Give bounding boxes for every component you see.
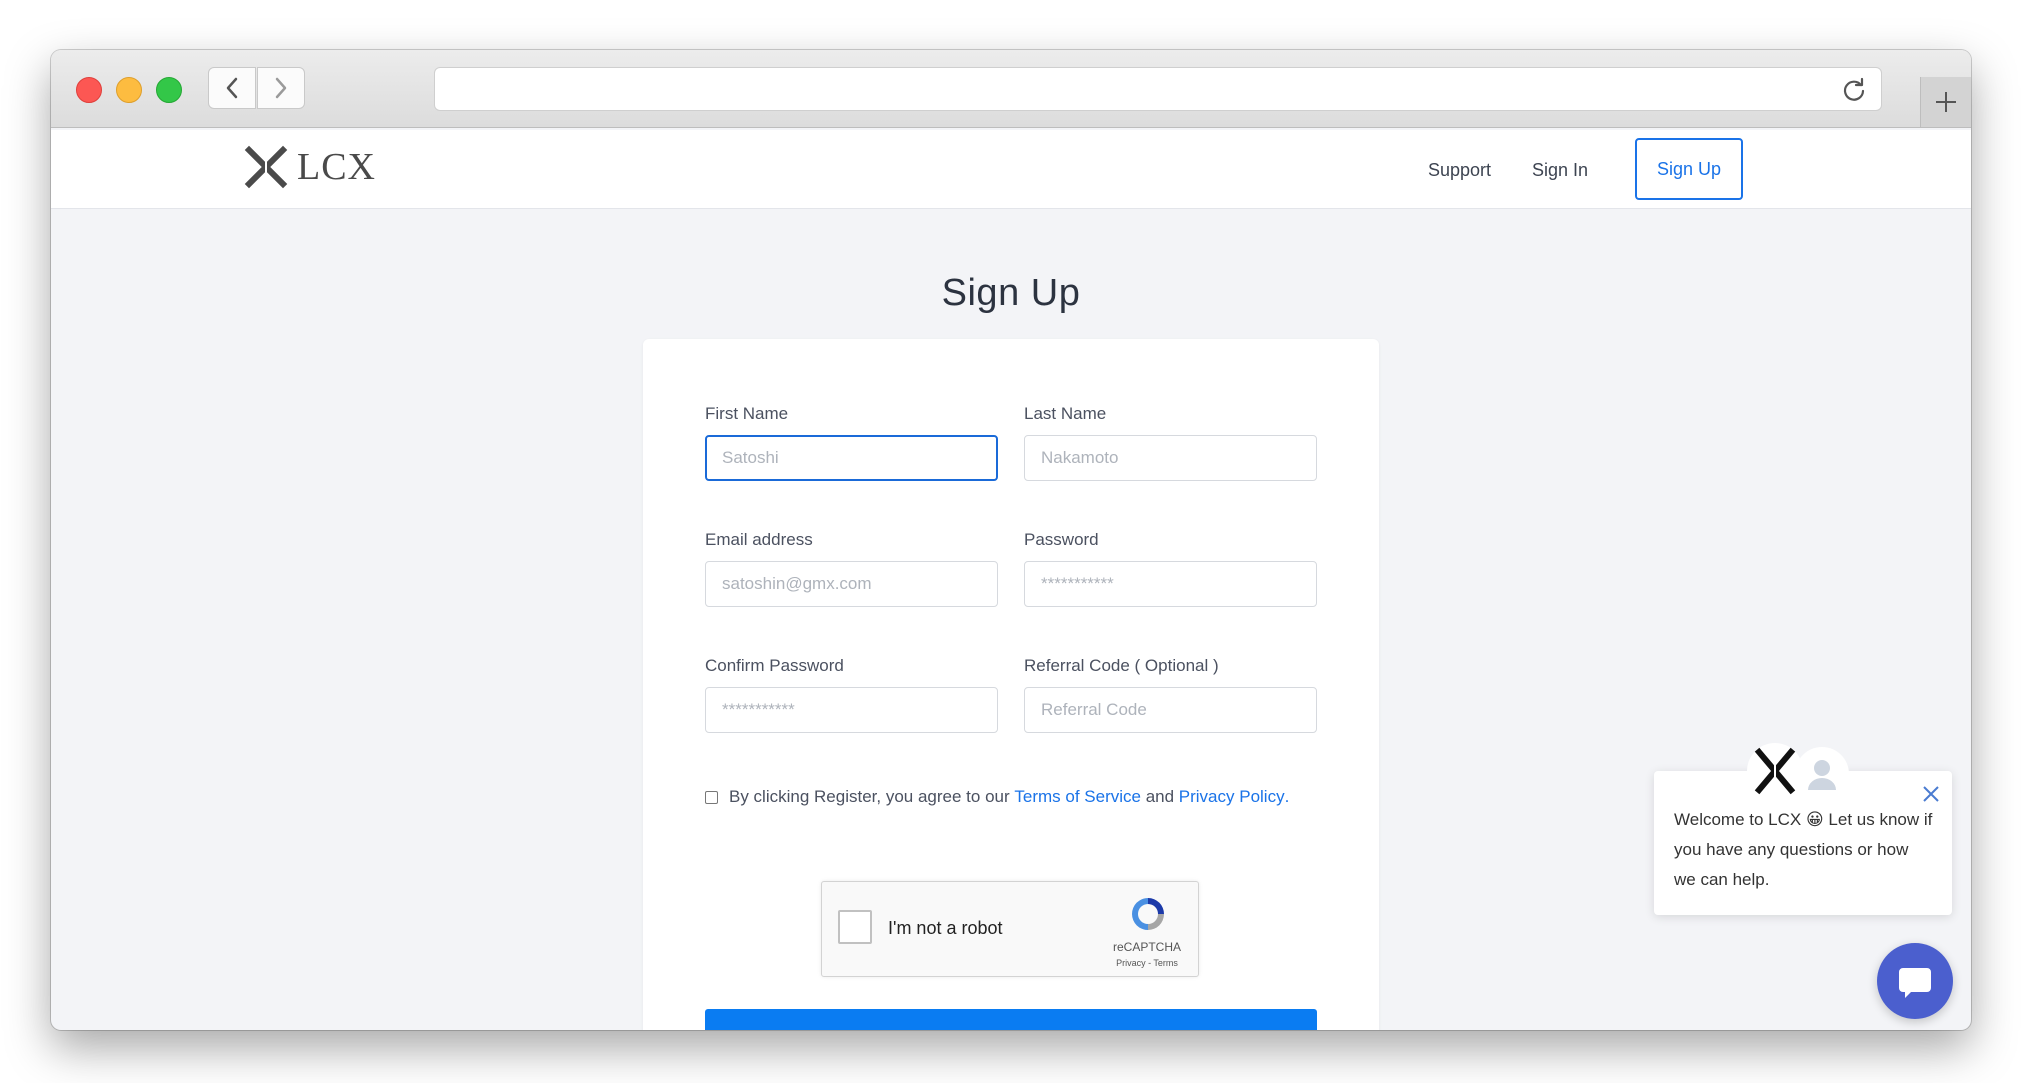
confirm-password-label: Confirm Password: [705, 656, 844, 675]
chat-launcher-button[interactable]: [1877, 943, 1953, 1019]
privacy-policy-link[interactable]: Privacy Policy: [1179, 787, 1285, 807]
first-name-label: First Name: [705, 404, 789, 423]
back-icon: [226, 77, 238, 99]
lcx-avatar: [1747, 743, 1803, 799]
recaptcha-widget: I'm not a robot reCAPTCHA Privacy - Term…: [821, 881, 1199, 977]
terms-checkbox[interactable]: [705, 790, 718, 804]
recaptcha-privacy-terms-links[interactable]: Privacy - Terms: [1112, 958, 1182, 968]
logo-text: LCX: [297, 146, 376, 188]
chat-bubble-icon: [1899, 968, 1931, 998]
browser-window: LCX Support Sign In Sign Up Sign Up Firs…: [51, 50, 1971, 1030]
terms-row: By clicking Register, you agree to our T…: [705, 787, 1289, 807]
signup-form-card: First Name Last Name Email address Passw…: [643, 339, 1379, 1030]
register-account-button[interactable]: Register Account: [705, 1009, 1317, 1030]
address-bar[interactable]: [434, 67, 1882, 111]
recaptcha-icon: [1127, 894, 1169, 939]
chat-avatars: [1747, 743, 1857, 803]
page-title: Sign Up: [941, 272, 1081, 314]
plus-icon: [1936, 92, 1956, 112]
nav-sign-in-link[interactable]: Sign In: [1532, 160, 1588, 181]
last-name-label: Last Name: [1024, 404, 1107, 423]
user-icon: [1808, 760, 1836, 790]
back-button[interactable]: [208, 67, 256, 109]
reload-button[interactable]: [1841, 77, 1867, 108]
maximize-window-button[interactable]: [156, 77, 182, 103]
close-window-button[interactable]: [76, 77, 102, 103]
referral-code-input[interactable]: [1024, 687, 1317, 733]
last-name-input[interactable]: [1024, 435, 1317, 481]
terms-suffix: .: [1284, 787, 1290, 806]
confirm-password-input[interactable]: [705, 687, 998, 733]
close-icon: [1923, 786, 1939, 802]
smiley-emoji-icon: 😀: [1805, 810, 1824, 829]
agent-avatar: [1795, 747, 1849, 801]
password-input[interactable]: [1024, 561, 1317, 607]
forward-icon: [275, 77, 287, 99]
forward-button[interactable]: [257, 67, 305, 109]
recaptcha-label: I'm not a robot: [888, 918, 1003, 938]
terms-prefix: By clicking Register, you agree to our: [729, 787, 1015, 806]
referral-code-label: Referral Code ( Optional ): [1024, 656, 1219, 675]
lcx-logo[interactable]: LCX: [243, 144, 376, 190]
terms-of-service-link[interactable]: Terms of Service: [1014, 787, 1141, 807]
email-label: Email address: [705, 530, 813, 549]
terms-and: and: [1140, 787, 1179, 806]
first-name-input[interactable]: [705, 435, 998, 481]
nav-sign-up-button[interactable]: Sign Up: [1635, 138, 1743, 200]
new-tab-button[interactable]: [1920, 77, 1971, 127]
recaptcha-brand: reCAPTCHA: [1112, 940, 1181, 954]
chat-message-start: Welcome to LCX: [1674, 810, 1806, 829]
nav-support-link[interactable]: Support: [1428, 160, 1491, 181]
site-header: LCX Support Sign In Sign Up: [51, 130, 1971, 209]
chat-welcome-message: Welcome to LCX 😀 Let us know if you have…: [1674, 805, 1934, 895]
password-label: Password: [1024, 530, 1099, 549]
reload-icon: [1843, 77, 1865, 101]
minimize-window-button[interactable]: [116, 77, 142, 103]
browser-toolbar: [51, 50, 1971, 128]
lcx-logo-icon: [1754, 747, 1796, 795]
lcx-logo-icon: [244, 145, 288, 189]
recaptcha-checkbox[interactable]: [838, 910, 872, 944]
email-input[interactable]: [705, 561, 998, 607]
